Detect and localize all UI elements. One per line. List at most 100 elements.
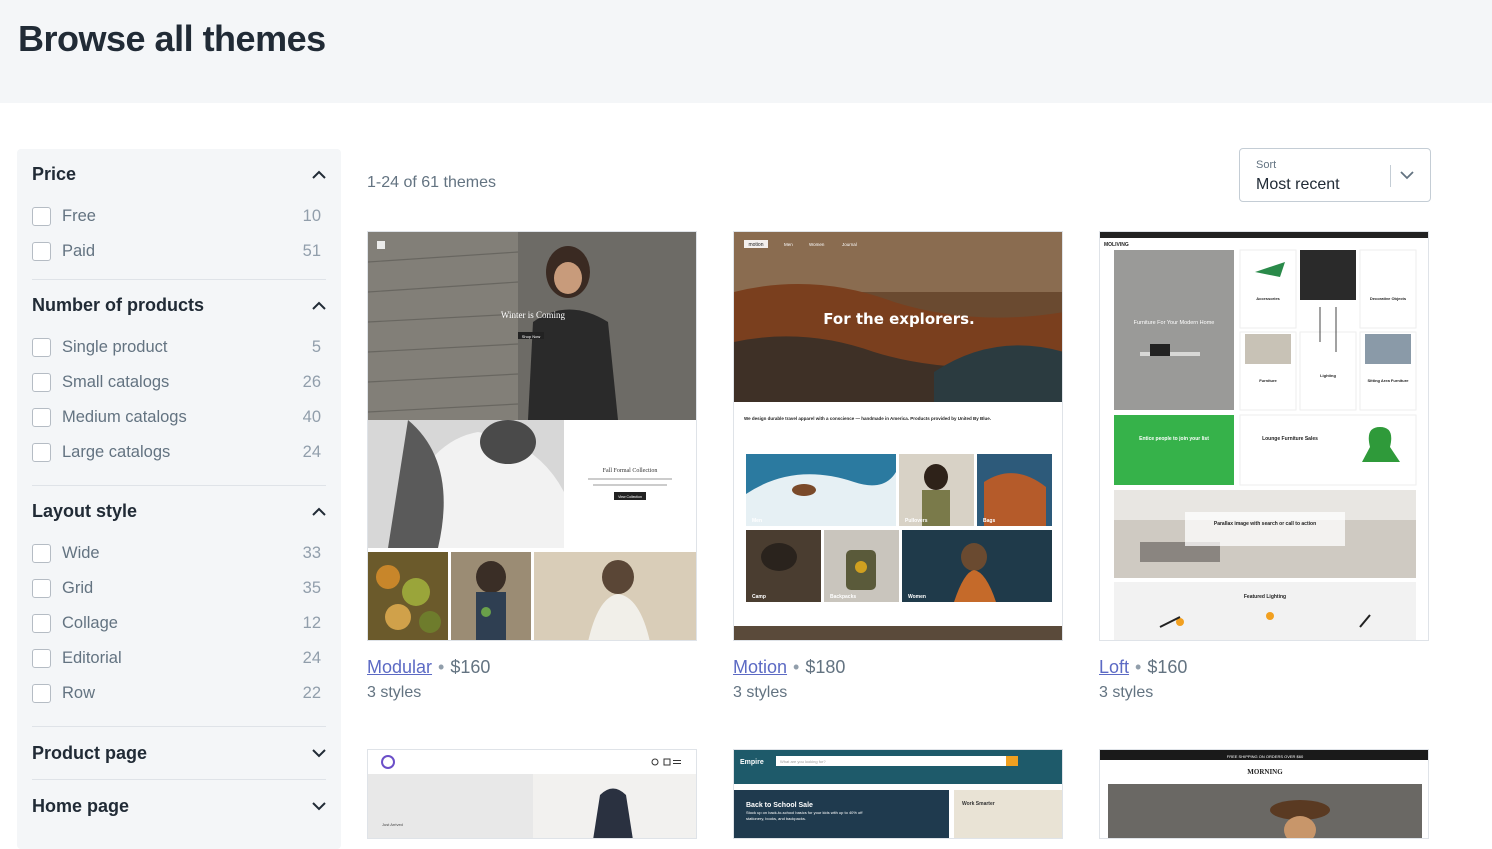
- filter-header-home-page[interactable]: Home page: [32, 780, 326, 832]
- preview-promo-text: Stock up on back-to-school basics for yo…: [746, 810, 863, 821]
- checkbox[interactable]: [32, 242, 51, 261]
- filter-header-price[interactable]: Price: [32, 149, 326, 199]
- separator-dot: •: [1135, 657, 1142, 677]
- theme-preview-row2-2[interactable]: Empire What are you looking for? Back to…: [733, 749, 1063, 839]
- preview-lounge: Lounge Furniture Sales: [1262, 436, 1318, 442]
- theme-preview-motion[interactable]: motion Men Women Journal For the explore…: [733, 231, 1063, 641]
- theme-styles: 3 styles: [1099, 684, 1154, 701]
- checkbox[interactable]: [32, 207, 51, 226]
- chevron-down-icon[interactable]: [312, 746, 326, 760]
- preview-card: Accessories: [1256, 296, 1280, 301]
- preview-hero-button: Shop Now: [522, 334, 541, 339]
- filter-group-layout-style: Layout style Wide 33 Grid 35 Collage 12 Edi…: [32, 486, 326, 727]
- filter-option-free[interactable]: Free 10: [32, 199, 326, 234]
- filter-title: Price: [32, 163, 77, 184]
- theme-link[interactable]: Modular: [367, 657, 432, 677]
- option-label: Medium catalogs: [62, 408, 187, 426]
- filter-option-small-catalogs[interactable]: Small catalogs 26: [32, 365, 326, 400]
- option-label: Wide: [62, 544, 100, 562]
- preview-logo: motion: [748, 242, 763, 248]
- option-count: 35: [302, 579, 321, 597]
- checkbox[interactable]: [32, 338, 51, 357]
- chevron-up-icon[interactable]: [312, 504, 326, 518]
- option-count: 10: [302, 207, 321, 225]
- filter-title: Layout style: [32, 500, 138, 521]
- option-count: 5: [311, 338, 321, 356]
- preview-tile-label: Men: [752, 518, 762, 524]
- filter-group-number-of-products: Number of products Single product 5 Small…: [32, 280, 326, 486]
- chevron-down-icon[interactable]: [312, 799, 326, 813]
- preview-banner: FREE SHIPPING ON ORDERS OVER $60: [1227, 754, 1304, 759]
- chevron-down-icon[interactable]: [1400, 167, 1414, 185]
- theme-preview-row2-1[interactable]: Just Arrived: [367, 749, 697, 839]
- preview-logo: MORNING: [1247, 768, 1283, 776]
- theme-link[interactable]: Loft: [1099, 657, 1129, 677]
- option-label: Large catalogs: [62, 443, 171, 461]
- sort-divider: [1390, 165, 1391, 187]
- preview-hero-text: Furniture For Your Modern Home: [1134, 320, 1215, 326]
- preview-logo: MOLIVING: [1104, 242, 1129, 248]
- chevron-up-icon[interactable]: [312, 167, 326, 181]
- filter-option-medium-catalogs[interactable]: Medium catalogs 40: [32, 400, 326, 435]
- option-count: 40: [302, 408, 321, 426]
- option-label: Free: [62, 207, 96, 225]
- preview-card: Sitting Area Furniture: [1368, 378, 1410, 383]
- filter-option-paid[interactable]: Paid 51: [32, 234, 326, 269]
- option-label: Editorial: [62, 649, 122, 667]
- option-label: Collage: [62, 614, 118, 632]
- filter-header-layout-style[interactable]: Layout style: [32, 486, 326, 536]
- preview-side-title: Work Smarter: [962, 801, 995, 807]
- sort-select[interactable]: Sort Most recent: [1239, 148, 1431, 202]
- preview-tagline: We design durable travel apparel with a …: [744, 416, 992, 421]
- theme-preview-modular[interactable]: Winter is Coming Shop Now Fall Formal Co…: [367, 231, 697, 641]
- checkbox[interactable]: [32, 579, 51, 598]
- theme-styles: 3 styles: [733, 684, 788, 701]
- filter-option-large-catalogs[interactable]: Large catalogs 24: [32, 435, 326, 470]
- preview-nav-item: Journal: [842, 242, 857, 247]
- checkbox[interactable]: [32, 684, 51, 703]
- theme-price: $160: [1147, 657, 1188, 677]
- theme-price: $180: [805, 657, 846, 677]
- preview-tile-label: Women: [908, 594, 926, 600]
- theme-price: $160: [450, 657, 491, 677]
- preview-tile-label: Backpacks: [830, 594, 856, 600]
- filter-header-number-of-products[interactable]: Number of products: [32, 280, 326, 330]
- preview-nav-item: Women: [809, 242, 825, 247]
- filter-option-row[interactable]: Row 22: [32, 676, 326, 711]
- filter-title: Home page: [32, 795, 130, 816]
- option-label: Paid: [62, 242, 96, 260]
- checkbox[interactable]: [32, 443, 51, 462]
- separator-dot: •: [793, 657, 800, 677]
- checkbox[interactable]: [32, 614, 51, 633]
- preview-tile-label: Camp: [752, 594, 766, 600]
- filter-group-home-page: Home page: [32, 780, 326, 832]
- theme-preview-row2-3[interactable]: FREE SHIPPING ON ORDERS OVER $60 MORNING: [1099, 749, 1429, 839]
- separator-dot: •: [438, 657, 445, 677]
- filter-title: Number of products: [32, 294, 205, 315]
- filter-option-collage[interactable]: Collage 12: [32, 606, 326, 641]
- checkbox[interactable]: [32, 408, 51, 427]
- checkbox[interactable]: [32, 373, 51, 392]
- chevron-up-icon[interactable]: [312, 298, 326, 312]
- checkbox[interactable]: [32, 649, 51, 668]
- filter-option-editorial[interactable]: Editorial 24: [32, 641, 326, 676]
- preview-section-button: View Collection: [618, 495, 642, 499]
- filter-option-single-product[interactable]: Single product 5: [32, 330, 326, 365]
- checkbox[interactable]: [32, 544, 51, 563]
- option-label: Small catalogs: [62, 373, 170, 391]
- filter-option-grid[interactable]: Grid 35: [32, 571, 326, 606]
- preview-tile-label: Bags: [983, 518, 995, 524]
- filter-header-product-page[interactable]: Product page: [32, 727, 326, 779]
- preview-section-title: Fall Formal Collection: [603, 468, 658, 474]
- theme-preview-loft[interactable]: MOLIVING Furniture For Your Modern Home …: [1099, 231, 1429, 641]
- filter-group-price: Price Free 10 Paid 51: [32, 149, 326, 280]
- preview-parallax: Parallax image with search or call to ac…: [1214, 521, 1316, 527]
- page-title: Browse all themes: [18, 18, 326, 59]
- preview-featured: Featured Lighting: [1244, 594, 1286, 600]
- sort-value: Most recent: [1256, 176, 1340, 193]
- option-count: 24: [302, 443, 321, 461]
- theme-link[interactable]: Motion: [733, 657, 787, 677]
- preview-card: Decorative Objects: [1370, 296, 1407, 301]
- option-label: Row: [62, 684, 96, 702]
- filter-option-wide[interactable]: Wide 33: [32, 536, 326, 571]
